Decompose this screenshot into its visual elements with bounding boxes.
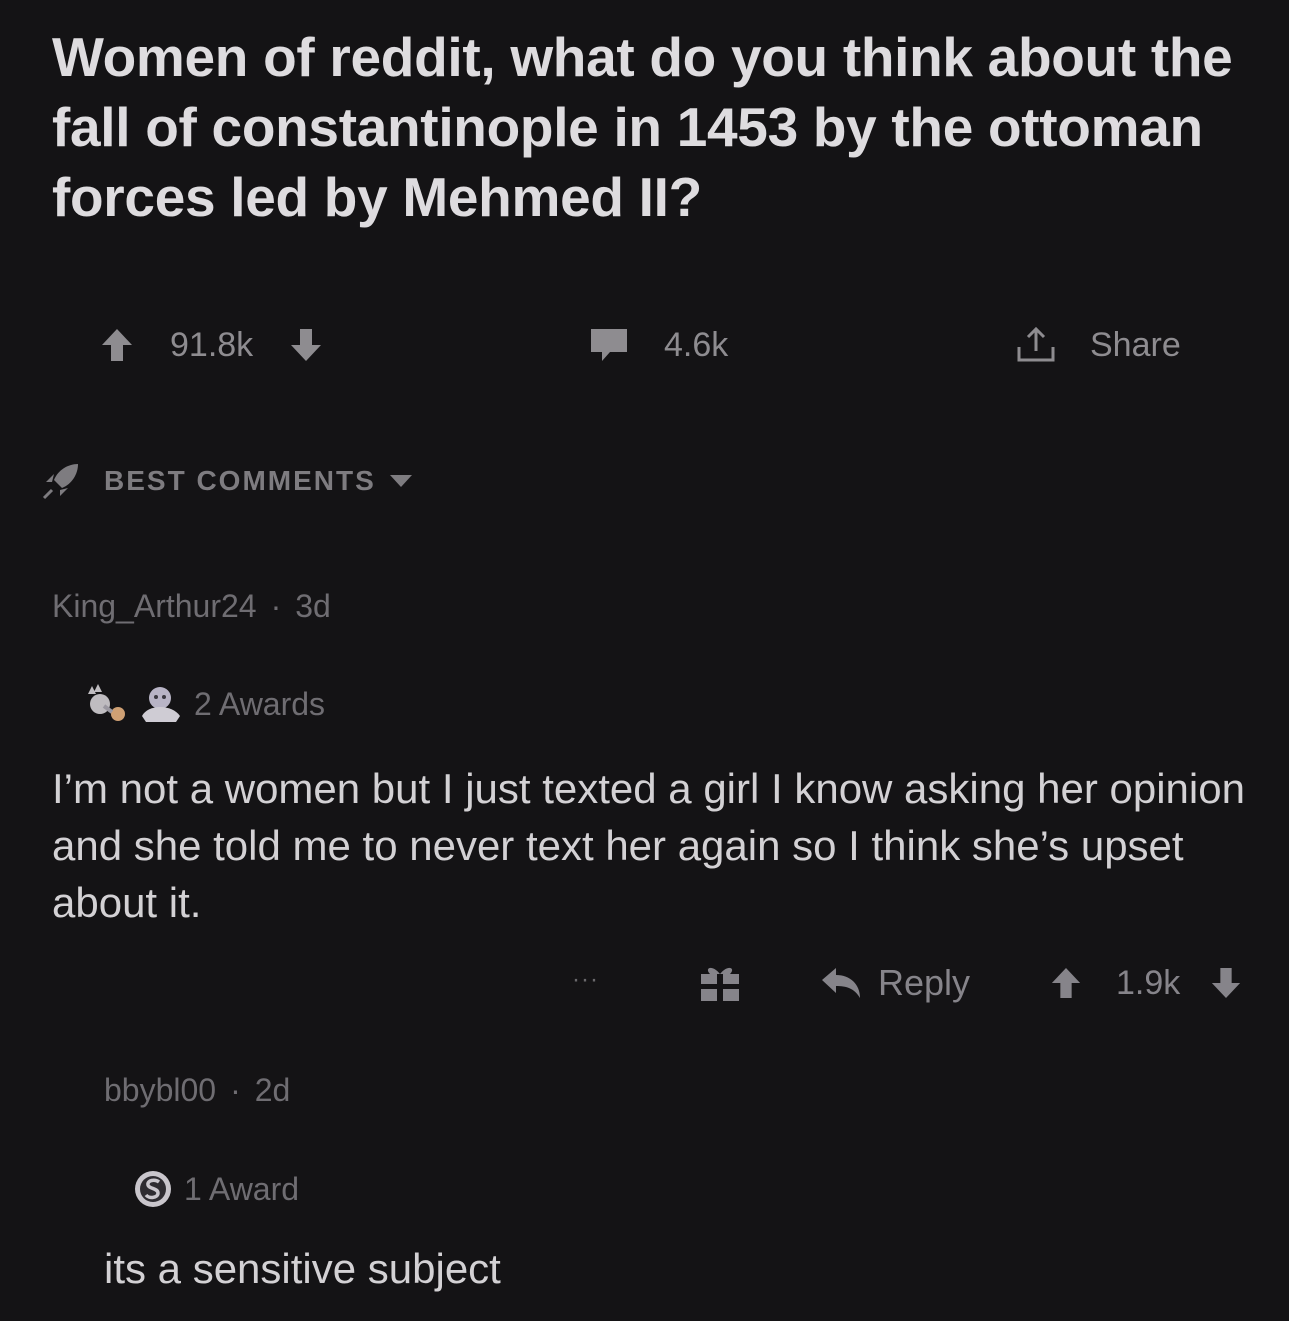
more-options-button[interactable]: ···	[572, 966, 599, 994]
reddit-post-page: Women of reddit, what do you think about…	[0, 0, 1289, 1321]
speech-bubble-icon	[588, 326, 630, 364]
comment-age: 3d	[295, 588, 331, 624]
post-share-button[interactable]: Share	[1014, 318, 1181, 372]
post-comments-button[interactable]: 4.6k	[588, 318, 728, 372]
post-comment-count: 4.6k	[664, 325, 729, 364]
reply-arrow-icon	[820, 966, 862, 1000]
awards-count: 2 Awards	[194, 685, 326, 722]
reply-button[interactable]: Reply	[820, 958, 970, 1008]
hug-award-icon	[138, 682, 184, 726]
caret-down-icon	[388, 473, 414, 489]
share-icon	[1014, 325, 1058, 365]
post-action-bar: 91.8k 4.6k Share	[0, 318, 1289, 372]
comment-score: 1.9k	[1116, 963, 1181, 1002]
post-score: 91.8k	[170, 325, 254, 364]
wholesome-award-icon	[80, 682, 130, 726]
comment-meta: bbybl00 · 2d	[104, 1072, 290, 1109]
arrow-down-icon[interactable]	[289, 327, 323, 363]
silver-award-icon	[132, 1168, 174, 1210]
comment-author[interactable]: bbybl00	[104, 1072, 216, 1108]
reply-label: Reply	[878, 962, 971, 1003]
arrow-up-icon[interactable]	[100, 327, 134, 363]
comment-awards[interactable]: 1 Award	[132, 1168, 299, 1210]
arrow-up-icon[interactable]	[1050, 966, 1082, 1000]
comment-age: 2d	[254, 1072, 291, 1108]
comment-awards[interactable]: 2 Awards	[80, 682, 325, 726]
post-title[interactable]: Women of reddit, what do you think about…	[52, 22, 1262, 232]
comment-body: I’m not a women but I just texted a girl…	[52, 765, 1245, 926]
gift-icon[interactable]	[698, 962, 742, 1004]
post-vote-group: 91.8k	[100, 318, 323, 372]
comment-vote-group: 1.9k	[1050, 958, 1242, 1008]
meta-separator: ·	[270, 588, 282, 624]
comment-author[interactable]: King_Arthur24	[52, 588, 257, 624]
comment-meta: King_Arthur24 · 3d	[52, 588, 331, 625]
rocket-icon	[40, 460, 82, 502]
arrow-down-icon[interactable]	[1210, 966, 1242, 1000]
meta-separator: ·	[230, 1072, 241, 1108]
comment-body: its a sensitive subject	[104, 1245, 501, 1292]
comment-sort-dropdown[interactable]: BEST COMMENTS	[40, 458, 414, 504]
comment-action-bar: ··· Reply 1.9k	[0, 958, 1289, 1008]
awards-count: 1 Award	[184, 1170, 300, 1207]
sort-label: BEST COMMENTS	[104, 465, 376, 496]
share-label: Share	[1090, 325, 1181, 364]
